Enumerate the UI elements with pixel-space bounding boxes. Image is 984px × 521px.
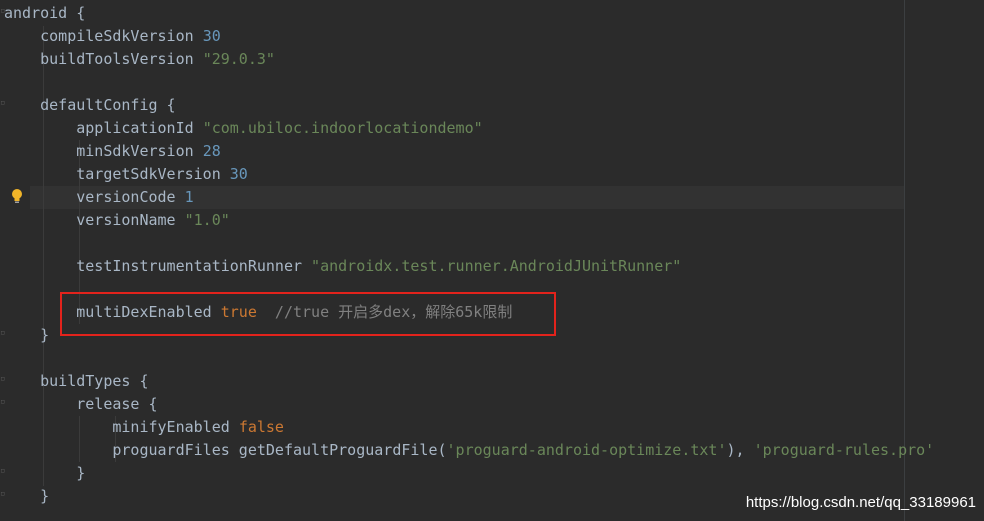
code-line[interactable]: }: [4, 485, 49, 508]
code-token: }: [4, 487, 50, 505]
code-line[interactable]: proguardFiles getDefaultProguardFile('pr…: [4, 439, 934, 462]
code-line[interactable]: }: [4, 462, 85, 485]
code-token: 30: [229, 165, 248, 183]
code-token: minifyEnabled: [4, 418, 239, 436]
code-token: 'proguard-rules.pro': [753, 441, 935, 459]
code-token: versionName: [4, 211, 185, 229]
code-token: 1: [184, 188, 194, 206]
code-token: false: [238, 418, 284, 436]
code-token: ),: [726, 441, 754, 459]
code-token: 'proguard-android-optimize.txt': [446, 441, 727, 459]
code-token: testInstrumentationRunner: [4, 257, 312, 275]
code-token: targetSdkVersion: [4, 165, 230, 183]
code-token: release {: [4, 395, 158, 413]
code-token: "1.0": [184, 211, 230, 229]
code-token: buildToolsVersion: [4, 50, 203, 68]
code-token: 30: [202, 27, 221, 45]
code-token: "androidx.test.runner.AndroidJUnitRunner…: [311, 257, 682, 275]
code-token: 28: [202, 142, 221, 160]
code-editor[interactable]: ▫ ▫ ▫ ▫ ▫ ▫ ▫ android { compileSdkVersio…: [0, 0, 984, 521]
code-line[interactable]: versionCode 1: [4, 186, 194, 209]
code-line[interactable]: minifyEnabled false: [4, 416, 284, 439]
code-line[interactable]: buildToolsVersion "29.0.3": [4, 48, 275, 71]
code-line[interactable]: android {: [4, 2, 85, 25]
code-line[interactable]: defaultConfig {: [4, 94, 176, 117]
code-token: minSdkVersion: [4, 142, 203, 160]
code-token: applicationId: [4, 119, 203, 137]
watermark: https://blog.csdn.net/qq_33189961: [745, 494, 976, 511]
code-token: android {: [4, 4, 86, 22]
code-line[interactable]: applicationId "com.ubiloc.indoorlocation…: [4, 117, 483, 140]
code-line[interactable]: versionName "1.0": [4, 209, 230, 232]
code-line[interactable]: targetSdkVersion 30: [4, 163, 248, 186]
code-token: "29.0.3": [202, 50, 275, 68]
code-token: proguardFiles getDefaultProguardFile(: [4, 441, 447, 459]
code-token: compileSdkVersion: [4, 27, 203, 45]
code-line[interactable]: minSdkVersion 28: [4, 140, 221, 163]
code-line[interactable]: compileSdkVersion 30: [4, 25, 221, 48]
code-token: }: [4, 464, 86, 482]
code-token: defaultConfig {: [4, 96, 176, 114]
code-line[interactable]: }: [4, 324, 49, 347]
code-token: }: [4, 326, 50, 344]
code-line[interactable]: release {: [4, 393, 158, 416]
code-token: buildTypes {: [4, 372, 149, 390]
code-line[interactable]: testInstrumentationRunner "androidx.test…: [4, 255, 681, 278]
annotation-highlight-box: [60, 292, 556, 336]
code-token: "com.ubiloc.indoorlocationdemo": [202, 119, 483, 137]
code-line[interactable]: buildTypes {: [4, 370, 149, 393]
code-token: versionCode: [4, 188, 185, 206]
